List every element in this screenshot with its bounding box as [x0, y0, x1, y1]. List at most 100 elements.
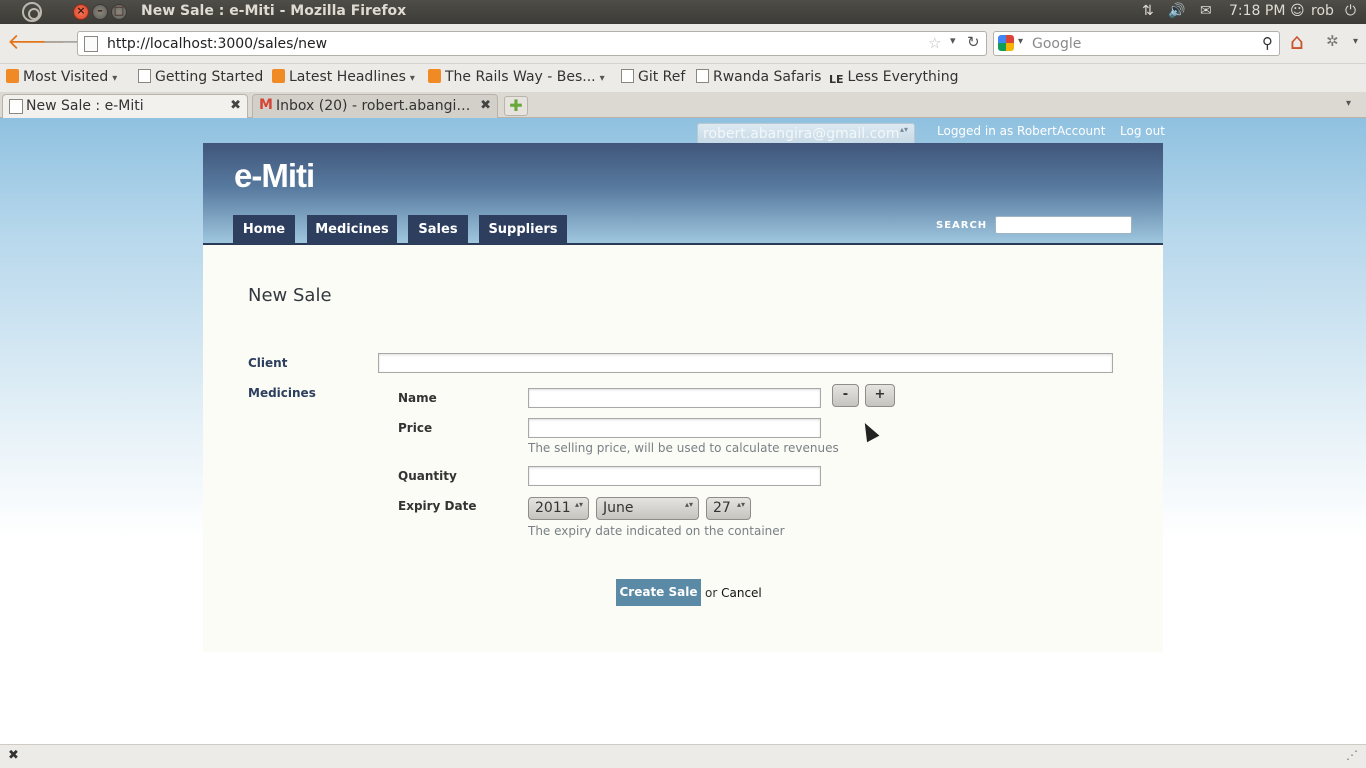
bookmark-less-everything[interactable]: LE Less Everything	[829, 69, 959, 86]
page-icon	[84, 36, 98, 52]
close-icon[interactable]: ✖	[8, 748, 19, 763]
addon-icon[interactable]: ✲	[1326, 32, 1339, 50]
select-arrows-icon: ▴▾	[684, 500, 693, 509]
medicines-label: Medicines	[248, 386, 316, 400]
less-everything-icon: LE	[829, 73, 844, 86]
bookmark-git-ref[interactable]: Git Ref	[621, 69, 685, 85]
folder-icon	[6, 69, 19, 83]
site-container: e-Miti Home Medicines Sales Suppliers SE…	[203, 143, 1163, 652]
new-tab-button[interactable]: ✚	[504, 96, 528, 116]
price-field[interactable]	[528, 418, 821, 438]
tab-strip: New Sale : e-Miti ✖ M Inbox (20) - rober…	[0, 92, 1366, 118]
maximize-icon: □	[113, 4, 125, 17]
search-engine-dropdown-icon[interactable]: ▾	[1018, 36, 1023, 47]
quantity-field[interactable]	[528, 466, 821, 486]
expiry-day-select[interactable]: 27 ▴▾	[706, 497, 751, 520]
site-logo[interactable]: e-Miti	[234, 157, 315, 195]
network-icon[interactable]: ⇅	[1142, 3, 1154, 19]
site-search-input[interactable]	[995, 216, 1132, 234]
bookmark-rwanda-safaris[interactable]: Rwanda Safaris	[696, 69, 821, 85]
power-icon[interactable]: ⏻	[1345, 3, 1356, 19]
url-history-dropdown-icon[interactable]: ▾	[950, 34, 956, 47]
cancel-link[interactable]: Cancel	[721, 586, 762, 600]
price-label: Price	[398, 421, 433, 435]
url-bar[interactable]: http://localhost:3000/sales/new ☆ ▾ ↻	[77, 31, 987, 56]
nav-home[interactable]: Home	[233, 215, 295, 244]
search-bar[interactable]: ▾ Google ⚲	[993, 31, 1280, 56]
user-icon[interactable]: ☺	[1290, 3, 1305, 19]
nav-suppliers[interactable]: Suppliers	[479, 215, 567, 244]
or-text: or	[705, 586, 718, 600]
select-arrows-icon: ▴▾	[574, 500, 583, 509]
account-link[interactable]: Account	[1057, 124, 1105, 138]
tab-inbox[interactable]: M Inbox (20) - robert.abangira... ✖	[252, 94, 498, 118]
remove-medicine-button[interactable]: -	[832, 384, 859, 407]
minimize-icon: –	[97, 4, 103, 17]
search-icon[interactable]: ⚲	[1262, 34, 1273, 52]
page-icon	[696, 69, 709, 83]
bookmark-star-icon[interactable]: ☆	[928, 34, 941, 52]
tab-new-sale[interactable]: New Sale : e-Miti ✖	[2, 94, 248, 118]
nav-medicines[interactable]: Medicines	[307, 215, 397, 244]
expiry-hint: The expiry date indicated on the contain…	[528, 524, 785, 538]
client-label: Client	[248, 356, 288, 370]
mail-icon[interactable]: ✉	[1200, 3, 1212, 19]
window-close-button[interactable]: ×	[73, 4, 89, 20]
bookmark-latest-headlines[interactable]: Latest Headlines ▾	[272, 69, 415, 85]
create-sale-button[interactable]: Create Sale	[616, 579, 701, 606]
expiry-date-label: Expiry Date	[398, 499, 477, 513]
add-medicine-button[interactable]: +	[865, 384, 895, 407]
page-icon	[138, 69, 151, 83]
bookmark-rails-way[interactable]: The Rails Way - Bes... ▾	[428, 69, 605, 85]
window-minimize-button[interactable]: –	[92, 4, 108, 20]
url-text[interactable]: http://localhost:3000/sales/new	[107, 36, 327, 52]
client-field[interactable]	[378, 353, 1113, 373]
close-icon: ×	[76, 4, 86, 17]
rss-icon	[428, 69, 441, 83]
tab-label: New Sale : e-Miti	[26, 98, 144, 114]
logout-link[interactable]: Log out	[1120, 124, 1165, 138]
window-maximize-button[interactable]: □	[111, 4, 127, 20]
or-cancel: or Cancel	[705, 586, 762, 600]
nav-sales[interactable]: Sales	[408, 215, 468, 244]
page-title: New Sale	[248, 285, 332, 306]
page-icon	[9, 99, 23, 114]
volume-icon[interactable]: 🔊	[1168, 3, 1185, 19]
navigation-toolbar: 🡐 🡒 http://localhost:3000/sales/new ☆ ▾ …	[0, 24, 1366, 64]
addon-dropdown-icon[interactable]: ▾	[1353, 36, 1358, 47]
search-label: SEARCH	[936, 220, 988, 231]
price-hint: The selling price, will be used to calcu…	[528, 441, 839, 455]
tab-label: Inbox (20) - robert.abangira...	[276, 98, 476, 114]
expiry-month-select[interactable]: June ▴▾	[596, 497, 699, 520]
google-icon[interactable]	[998, 35, 1014, 51]
site-header: e-Miti Home Medicines Sales Suppliers SE…	[203, 143, 1163, 245]
quantity-label: Quantity	[398, 469, 457, 483]
gmail-icon: M	[259, 97, 273, 113]
user-name[interactable]: rob	[1311, 3, 1334, 19]
account-select[interactable]: robert.abangira@gmail.com ▴▾	[697, 123, 915, 145]
page-icon	[621, 69, 634, 83]
chevron-down-icon: ▾	[409, 73, 415, 84]
expiry-year-select[interactable]: 2011 ▴▾	[528, 497, 589, 520]
bookmark-most-visited[interactable]: Most Visited ▾	[6, 69, 117, 85]
close-icon[interactable]: ✖	[230, 98, 241, 113]
chevron-down-icon: ▾	[112, 73, 118, 84]
page-content: robert.abangira@gmail.com ▴▾ Logged in a…	[0, 118, 1366, 744]
bookmark-getting-started[interactable]: Getting Started	[138, 69, 263, 85]
home-icon[interactable]: ⌂	[1290, 30, 1304, 55]
clock[interactable]: 7:18 PM	[1229, 3, 1285, 19]
logged-in-text: Logged in as Robert	[937, 124, 1057, 138]
tab-list-icon[interactable]: ▾	[1346, 98, 1351, 109]
name-label: Name	[398, 391, 437, 405]
bookmarks-toolbar: Most Visited ▾ Getting Started Latest Hea…	[0, 64, 1366, 92]
reload-icon[interactable]: ↻	[967, 33, 980, 51]
select-arrows-icon: ▴▾	[899, 125, 908, 134]
window-title: New Sale : e-Miti - Mozilla Firefox	[141, 3, 407, 19]
ubuntu-logo-icon[interactable]	[22, 2, 42, 22]
name-field[interactable]	[528, 388, 821, 408]
search-input[interactable]: Google	[1032, 36, 1081, 52]
chevron-down-icon: ▾	[599, 73, 605, 84]
os-top-panel: × – □ New Sale : e-Miti - Mozilla Firefo…	[0, 0, 1366, 24]
close-icon[interactable]: ✖	[480, 98, 491, 113]
resize-grip-icon[interactable]: ⋰	[1346, 748, 1358, 762]
